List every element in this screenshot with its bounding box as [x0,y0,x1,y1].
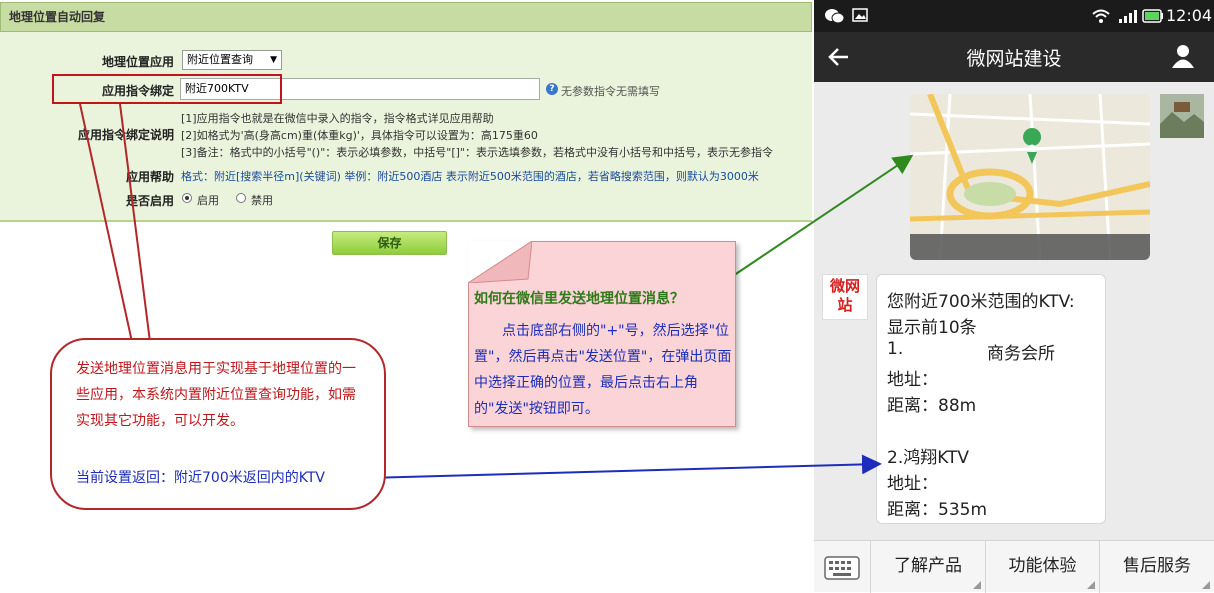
note-body: 点击底部右侧的"+"号，然后选择"位置"，然后再点击"发送位置"，在弹出页面中选… [474,323,732,417]
note-fold [468,241,532,283]
callout-text: 发送地理位置消息用于实现基于地理位置的一些应用，本系统内置附近位置查询功能，如需… [76,361,356,429]
note-title: 如何在微信里发送地理位置消息？ [474,291,684,307]
callout-current-setting: 当前设置返回：附近700米返回内的KTV [76,470,325,486]
